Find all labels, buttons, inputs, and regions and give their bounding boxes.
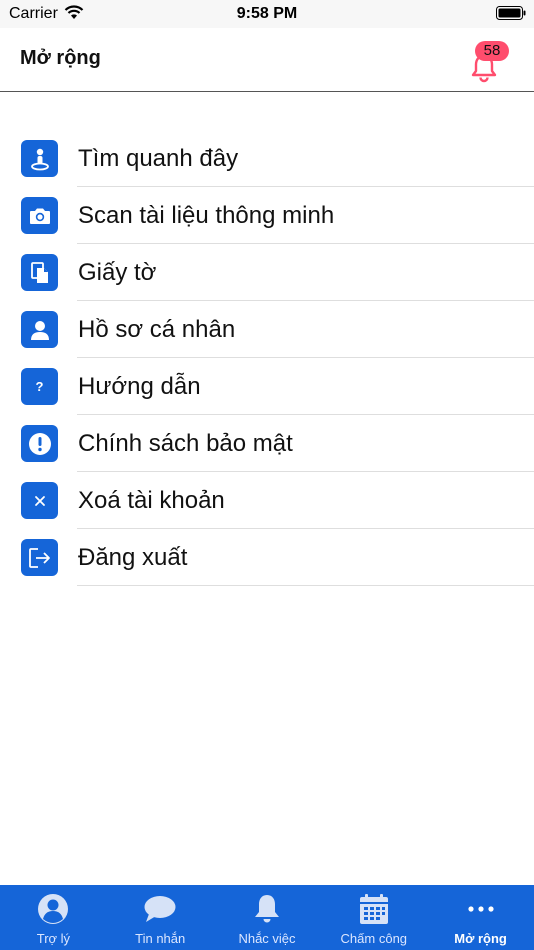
divider: [77, 585, 534, 586]
menu-item-label: Hồ sơ cá nhân: [78, 316, 236, 343]
camera-icon: [21, 197, 58, 234]
tab-messages[interactable]: Tin nhắn: [107, 885, 214, 950]
menu-item-label: Chính sách bảo mật: [78, 430, 293, 457]
menu-item-label: Scan tài liệu thông minh: [78, 202, 335, 229]
menu-item-profile[interactable]: Hồ sơ cá nhân: [0, 301, 534, 358]
menu-item-scan-document[interactable]: Scan tài liệu thông minh: [0, 187, 534, 244]
menu-item-nearby[interactable]: Tìm quanh đây: [0, 130, 534, 187]
location-person-icon: [21, 140, 58, 177]
app-header: Mở rộng 58: [0, 28, 534, 92]
tab-more[interactable]: Mở rộng: [427, 885, 534, 950]
tab-attendance[interactable]: Chấm công: [320, 885, 427, 950]
tab-label: Tin nhắn: [135, 931, 186, 946]
tab-label: Nhắc việc: [238, 931, 296, 946]
document-icon: [21, 254, 58, 291]
tab-label: Trợ lý: [36, 931, 71, 946]
battery-icon: [496, 6, 526, 25]
menu-item-guide[interactable]: ? Hướng dẫn: [0, 358, 534, 415]
user-circle-icon: [36, 893, 70, 925]
more-dots-icon: [464, 893, 498, 925]
exclamation-icon: [21, 425, 58, 462]
menu-item-label: Tìm quanh đây: [78, 145, 239, 172]
status-bar: Carrier 9:58 PM: [0, 0, 534, 28]
menu-item-logout[interactable]: Đăng xuất: [0, 529, 534, 586]
close-icon: [21, 482, 58, 519]
tab-assistant[interactable]: Trợ lý: [0, 885, 107, 950]
page-title: Mở rộng: [20, 47, 101, 69]
menu-item-label: Đăng xuất: [78, 544, 188, 571]
tab-label: Chấm công: [340, 931, 408, 946]
person-icon: [21, 311, 58, 348]
calendar-icon: [357, 893, 391, 925]
menu-item-label: Hướng dẫn: [78, 373, 201, 400]
menu-item-documents[interactable]: Giấy tờ: [0, 244, 534, 301]
status-time: 9:58 PM: [236, 5, 298, 22]
tab-label: Mở rộng: [454, 931, 507, 946]
bottom-tab-bar: Trợ lý Tin nhắn Nhắc việc Chấm công Mở r…: [0, 885, 534, 950]
menu-item-label: Xoá tài khoản: [78, 487, 225, 514]
menu-list: Tìm quanh đây Scan tài liệu thông minh G…: [0, 130, 534, 586]
bell-icon: [250, 893, 284, 925]
notification-count-badge: 58: [475, 41, 509, 61]
chat-bubble-icon: [143, 893, 177, 925]
menu-item-privacy-policy[interactable]: Chính sách bảo mật: [0, 415, 534, 472]
menu-item-label: Giấy tờ: [78, 259, 157, 286]
logout-icon: [21, 539, 58, 576]
menu-item-delete-account[interactable]: Xoá tài khoản: [0, 472, 534, 529]
tab-reminders[interactable]: Nhắc việc: [214, 885, 321, 950]
question-icon: ?: [21, 368, 58, 405]
